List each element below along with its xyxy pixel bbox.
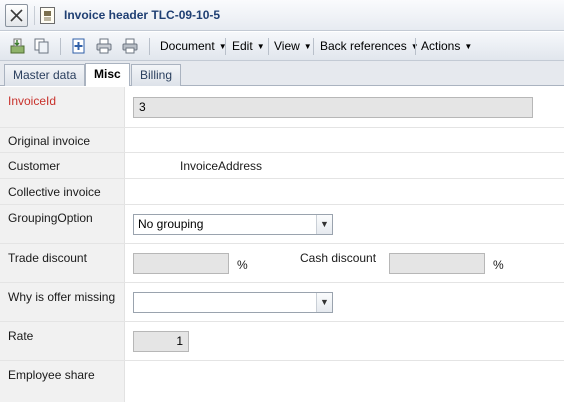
chevron-down-icon: ▼ (464, 42, 473, 51)
toolbar-separator (313, 38, 314, 55)
chevron-down-icon[interactable]: ▼ (316, 215, 332, 234)
row-discounts: Trade discount % Cash discount % (0, 244, 564, 283)
grouping-option-label: GroupingOption (8, 211, 93, 225)
menu-actions[interactable]: Actions ▼ (421, 39, 472, 53)
title-bar: Invoice header TLC-09-10-5 (0, 0, 564, 31)
row-customer: Customer InvoiceAddress (0, 153, 564, 179)
cash-discount-field[interactable] (389, 253, 485, 274)
chevron-down-icon: ▼ (303, 42, 312, 51)
offer-missing-select[interactable]: ▼ (133, 292, 333, 313)
invoice-document-icon (40, 7, 55, 24)
row-collective-invoice: Collective invoice (0, 179, 564, 205)
tab-master-data[interactable]: Master data (4, 64, 86, 86)
toolbar-separator (60, 38, 61, 55)
original-invoice-label: Original invoice (8, 134, 91, 148)
toolbar-separator (415, 38, 416, 55)
chevron-down-icon[interactable]: ▼ (316, 293, 332, 312)
tab-bar: Master data Misc Billing (0, 61, 564, 86)
misc-form: InvoiceId 3 Original invoice Customer In… (0, 87, 564, 402)
tab-misc[interactable]: Misc (85, 63, 130, 86)
copy-icon[interactable] (33, 37, 51, 55)
row-offer-missing: Why is offer missing ▼ (0, 283, 564, 322)
close-icon (10, 9, 23, 22)
trade-discount-label: Trade discount (8, 251, 87, 265)
toolbar: Document▼ Edit▼ View▼ Back references▼ A… (0, 32, 564, 61)
menu-back-references[interactable]: Back references▼ (320, 39, 419, 53)
cash-discount-label: Cash discount (300, 251, 377, 265)
cash-discount-unit: % (493, 258, 504, 272)
row-employee-share: Employee share (0, 361, 564, 402)
employee-share-label: Employee share (8, 368, 95, 382)
tab-billing[interactable]: Billing (131, 64, 182, 86)
customer-label: Customer (8, 159, 61, 173)
row-invoice-id: InvoiceId 3 (0, 87, 564, 128)
collective-invoice-label: Collective invoice (8, 185, 101, 199)
chevron-down-icon: ▼ (256, 42, 265, 51)
customer-value[interactable]: InvoiceAddress (180, 159, 262, 173)
new-record-icon[interactable] (9, 37, 27, 55)
row-rate: Rate 1 (0, 322, 564, 361)
menu-view[interactable]: View ▼ (274, 39, 312, 53)
invoice-id-label: InvoiceId (8, 94, 57, 108)
toolbar-separator (268, 38, 269, 55)
close-button[interactable] (5, 4, 28, 27)
offer-missing-label: Why is offer missing (8, 290, 116, 304)
trade-discount-unit: % (237, 258, 248, 272)
trade-discount-field[interactable] (133, 253, 229, 274)
toolbar-separator (149, 38, 150, 55)
add-page-icon[interactable] (70, 37, 88, 55)
row-original-invoice: Original invoice (0, 128, 564, 153)
print-preview-icon[interactable] (121, 37, 139, 55)
rate-label: Rate (8, 329, 34, 343)
menu-document[interactable]: Document ▼ (160, 39, 227, 53)
row-grouping-option: GroupingOption No grouping ▼ (0, 205, 564, 244)
rate-field[interactable]: 1 (133, 331, 189, 352)
invoice-id-field[interactable]: 3 (133, 97, 533, 118)
window-title: Invoice header TLC-09-10-5 (64, 8, 221, 22)
toolbar-separator (225, 38, 226, 55)
title-separator (34, 6, 35, 25)
grouping-option-select[interactable]: No grouping ▼ (133, 214, 333, 235)
print-icon[interactable] (95, 37, 113, 55)
menu-edit[interactable]: Edit ▼ (232, 39, 265, 53)
